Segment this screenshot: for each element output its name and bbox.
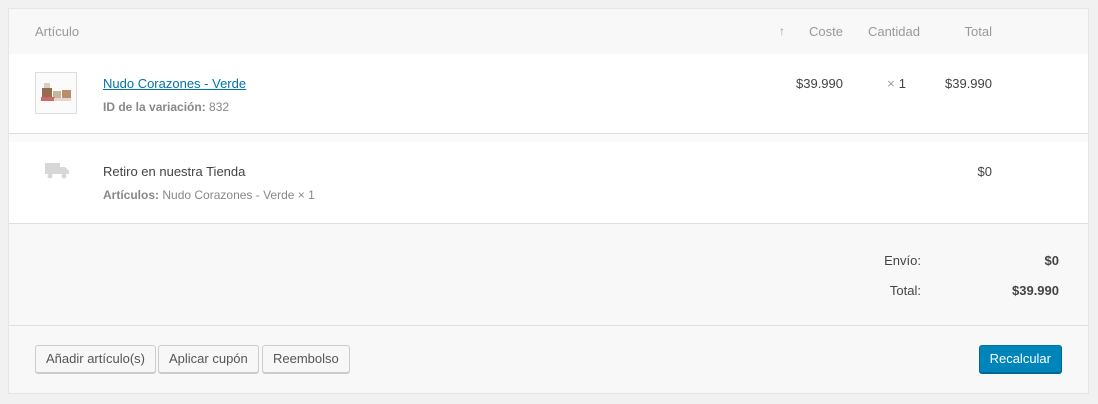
shipping-row: Retiro en nuestra Tienda Artículos: Nudo…: [9, 142, 1088, 224]
column-total: Total: [964, 24, 992, 39]
item-quantity: × 1: [887, 76, 906, 91]
shipping-total-value: $0: [1044, 253, 1059, 268]
shipping-items-value: Nudo Corazones - Verde × 1: [162, 188, 315, 202]
shipping-items-label: Artículos:: [103, 188, 160, 202]
product-image-icon: [41, 83, 71, 101]
variation-label: ID de la variación:: [103, 100, 206, 114]
shipping-total-label: Envío:: [884, 253, 921, 268]
sort-arrow-icon[interactable]: ↑: [779, 24, 785, 38]
items-table-header: Artículo ↑ Coste Cantidad Total: [9, 9, 1088, 54]
variation-id: 832: [209, 100, 230, 114]
shipping-meta: Artículos: Nudo Corazones - Verde × 1: [103, 188, 315, 202]
refund-button[interactable]: Reembolso: [262, 345, 350, 373]
multiply-icon: ×: [887, 76, 895, 91]
order-items-panel: Artículo ↑ Coste Cantidad Total Nudo Cor…: [8, 8, 1089, 394]
section-divider: [9, 134, 1088, 142]
order-actions: Añadir artículo(s) Aplicar cupón Reembol…: [9, 326, 1088, 393]
order-total-value: $39.990: [1012, 283, 1059, 298]
item-total: $39.990: [945, 76, 992, 91]
quantity-value: 1: [898, 76, 906, 91]
recalculate-button[interactable]: Recalcular: [978, 345, 1062, 373]
line-item-row: Nudo Corazones - Verde ID de la variació…: [9, 54, 1088, 134]
apply-coupon-button[interactable]: Aplicar cupón: [158, 345, 259, 373]
item-cost: $39.990: [796, 76, 843, 91]
truck-icon: [45, 163, 69, 179]
product-link[interactable]: Nudo Corazones - Verde: [103, 76, 246, 91]
column-quantity: Cantidad: [867, 24, 920, 39]
product-thumbnail: [35, 72, 77, 114]
variation-meta: ID de la variación: 832: [103, 100, 229, 114]
shipping-method-name[interactable]: Retiro en nuestra Tienda: [103, 164, 245, 179]
column-cost: Coste: [809, 24, 843, 39]
column-item[interactable]: Artículo: [35, 24, 79, 39]
shipping-cost: $0: [977, 164, 992, 179]
add-item-button[interactable]: Añadir artículo(s): [35, 345, 156, 373]
order-totals: Envío: $0 Total: $39.990: [9, 224, 1088, 326]
order-total-label: Total:: [889, 283, 921, 298]
